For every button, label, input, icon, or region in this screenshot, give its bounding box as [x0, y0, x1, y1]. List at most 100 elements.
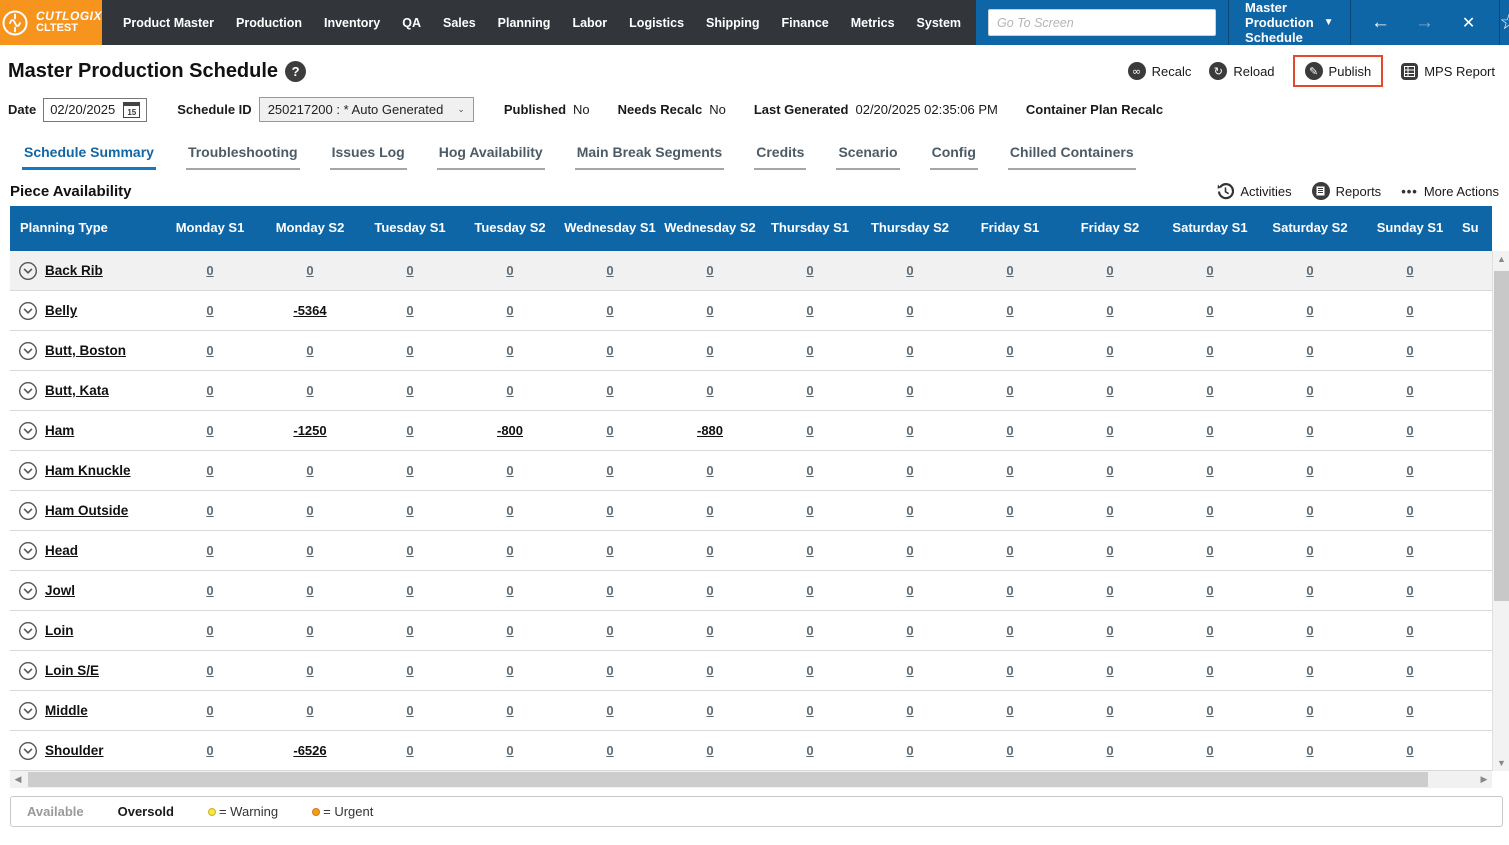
recalc-button[interactable]: ∞ Recalc [1127, 62, 1191, 80]
availability-value-link[interactable]: 0 [506, 343, 513, 358]
availability-value-link[interactable]: 0 [706, 503, 713, 518]
expand-row-icon[interactable] [18, 461, 38, 481]
availability-value-link[interactable]: 0 [206, 583, 213, 598]
availability-value-link[interactable]: 0 [506, 383, 513, 398]
availability-value-link[interactable]: 0 [1206, 423, 1213, 438]
availability-value-link[interactable]: 0 [506, 503, 513, 518]
availability-value-link[interactable]: 0 [906, 343, 913, 358]
planning-type-link-loin-s-e[interactable]: Loin S/E [45, 663, 99, 678]
forward-button[interactable]: → [1405, 12, 1445, 34]
availability-value-link[interactable]: 0 [806, 463, 813, 478]
availability-value-link[interactable]: 0 [1106, 503, 1113, 518]
availability-value-link[interactable]: 0 [506, 703, 513, 718]
availability-value-link[interactable]: 0 [1106, 743, 1113, 758]
publish-button[interactable]: ✎ Publish [1292, 55, 1384, 87]
availability-value-link[interactable]: 0 [506, 463, 513, 478]
availability-value-link[interactable]: 0 [706, 263, 713, 278]
scroll-down-arrow[interactable]: ▼ [1493, 755, 1509, 771]
availability-value-link[interactable]: 0 [1406, 343, 1413, 358]
availability-value-link[interactable]: 0 [1106, 263, 1113, 278]
availability-value-link[interactable]: 0 [1006, 743, 1013, 758]
planning-type-link-loin[interactable]: Loin [45, 623, 74, 638]
availability-value-link[interactable]: 0 [406, 623, 413, 638]
availability-value-link[interactable]: 0 [606, 343, 613, 358]
expand-row-icon[interactable] [18, 341, 38, 361]
reports-button[interactable]: Reports [1311, 182, 1381, 200]
tab-main-break-segments[interactable]: Main Break Segments [574, 138, 725, 170]
availability-value-link[interactable]: 0 [1206, 503, 1213, 518]
availability-value-link[interactable]: 0 [306, 663, 313, 678]
availability-value-link[interactable]: 0 [206, 463, 213, 478]
availability-value-link[interactable]: 0 [906, 463, 913, 478]
availability-value-link[interactable]: 0 [1006, 583, 1013, 598]
availability-value-link[interactable]: 0 [1306, 263, 1313, 278]
expand-row-icon[interactable] [18, 421, 38, 441]
availability-value-link[interactable]: 0 [506, 663, 513, 678]
scroll-up-arrow[interactable]: ▲ [1493, 251, 1509, 267]
availability-value-link[interactable]: 0 [1206, 703, 1213, 718]
reload-button[interactable]: ↻ Reload [1209, 62, 1275, 80]
menu-item-metrics[interactable]: Metrics [840, 16, 906, 30]
availability-value-link[interactable]: 0 [1306, 623, 1313, 638]
planning-type-link-head[interactable]: Head [45, 543, 78, 558]
availability-value-link[interactable]: 0 [606, 383, 613, 398]
menu-item-labor[interactable]: Labor [561, 16, 618, 30]
availability-value-link[interactable]: 0 [706, 703, 713, 718]
availability-value-link[interactable]: 0 [1406, 263, 1413, 278]
availability-value-link[interactable]: 0 [1106, 623, 1113, 638]
availability-value-link[interactable]: 0 [606, 703, 613, 718]
availability-value-link[interactable]: 0 [1006, 543, 1013, 558]
availability-value-link[interactable]: 0 [206, 423, 213, 438]
planning-type-link-back-rib[interactable]: Back Rib [45, 263, 103, 278]
availability-value-link[interactable]: 0 [206, 303, 213, 318]
app-logo[interactable]: CUTLOGIX CLTEST [0, 0, 102, 45]
availability-value-link[interactable]: 0 [1006, 303, 1013, 318]
availability-value-link[interactable]: 0 [906, 583, 913, 598]
availability-value-link[interactable]: 0 [706, 463, 713, 478]
availability-value-link[interactable]: 0 [1006, 623, 1013, 638]
availability-value-link[interactable]: 0 [206, 263, 213, 278]
availability-value-link[interactable]: 0 [606, 423, 613, 438]
availability-value-link[interactable]: 0 [1106, 543, 1113, 558]
planning-type-link-shoulder[interactable]: Shoulder [45, 743, 104, 758]
availability-value-link[interactable]: 0 [1206, 583, 1213, 598]
availability-value-link[interactable]: 0 [1406, 503, 1413, 518]
availability-value-link[interactable]: 0 [706, 343, 713, 358]
horizontal-scroll-thumb[interactable] [28, 772, 1428, 787]
availability-value-link[interactable]: 0 [1206, 383, 1213, 398]
availability-value-link[interactable]: 0 [1106, 423, 1113, 438]
goto-screen-input[interactable] [988, 9, 1217, 36]
availability-value-link[interactable]: -800 [497, 423, 523, 438]
calendar-icon[interactable]: 15 [123, 101, 141, 118]
availability-value-link[interactable]: 0 [906, 303, 913, 318]
favorite-star-icon[interactable]: ☆ [1500, 10, 1509, 35]
availability-value-link[interactable]: 0 [1206, 543, 1213, 558]
availability-value-link[interactable]: 0 [1306, 503, 1313, 518]
menu-item-logistics[interactable]: Logistics [618, 16, 695, 30]
planning-type-link-jowl[interactable]: Jowl [45, 583, 75, 598]
menu-item-production[interactable]: Production [225, 16, 313, 30]
availability-value-link[interactable]: 0 [606, 543, 613, 558]
availability-value-link[interactable]: -5364 [293, 303, 326, 318]
availability-value-link[interactable]: 0 [306, 383, 313, 398]
availability-value-link[interactable]: 0 [1306, 743, 1313, 758]
vertical-scrollbar[interactable]: ▲ ▼ [1492, 251, 1509, 771]
expand-row-icon[interactable] [18, 741, 38, 761]
expand-row-icon[interactable] [18, 541, 38, 561]
tab-issues-log[interactable]: Issues Log [329, 138, 407, 170]
availability-value-link[interactable]: 0 [1406, 543, 1413, 558]
availability-value-link[interactable]: 0 [1106, 703, 1113, 718]
menu-item-system[interactable]: System [906, 16, 972, 30]
availability-value-link[interactable]: 0 [1406, 303, 1413, 318]
close-screen-button[interactable]: ✕ [1449, 13, 1489, 33]
availability-value-link[interactable]: 0 [1006, 703, 1013, 718]
availability-value-link[interactable]: 0 [306, 343, 313, 358]
planning-type-link-ham-knuckle[interactable]: Ham Knuckle [45, 463, 131, 478]
tab-hog-availability[interactable]: Hog Availability [436, 138, 545, 170]
availability-value-link[interactable]: 0 [1306, 383, 1313, 398]
availability-value-link[interactable]: 0 [1106, 663, 1113, 678]
availability-value-link[interactable]: 0 [1206, 663, 1213, 678]
availability-value-link[interactable]: 0 [606, 463, 613, 478]
horizontal-scrollbar[interactable]: ◀ ▶ [10, 771, 1492, 788]
availability-value-link[interactable]: 0 [206, 663, 213, 678]
